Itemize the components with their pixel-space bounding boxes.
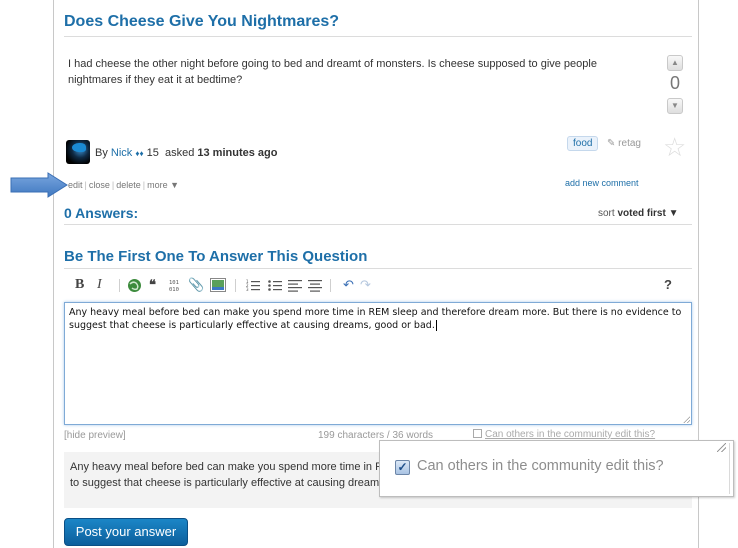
moderator-badge-icon: ♦♦ xyxy=(135,149,144,158)
question-title[interactable]: Does Cheese Give You Nightmares? xyxy=(64,13,339,31)
vote-up-button[interactable]: ▲ xyxy=(667,55,683,71)
post-actions: edit | close | delete | more ▼ xyxy=(68,180,179,190)
horizontal-rule-icon[interactable] xyxy=(308,279,322,292)
svg-text:3: 3 xyxy=(246,287,249,292)
close-link[interactable]: close xyxy=(89,180,110,190)
asked-label: asked xyxy=(164,147,195,159)
redo-icon[interactable]: ↷ xyxy=(360,276,371,294)
author-reputation: 15 xyxy=(146,147,159,159)
author-prefix: By xyxy=(95,147,108,159)
answer-divider xyxy=(64,268,692,269)
tag-food[interactable]: food xyxy=(567,136,599,151)
code-icon[interactable]: 101 010 xyxy=(168,278,183,293)
checked-checkbox-icon[interactable]: ✓ xyxy=(395,460,410,475)
paperclip-icon[interactable]: 📎 xyxy=(188,276,204,294)
svg-text:010: 010 xyxy=(169,287,179,293)
svg-text:101: 101 xyxy=(169,280,179,286)
image-icon[interactable] xyxy=(210,278,226,292)
blockquote-button[interactable]: ❝ xyxy=(149,276,156,294)
help-button[interactable]: ? xyxy=(664,276,672,294)
favorite-star-icon[interactable]: ☆ xyxy=(663,134,686,160)
editor-text: Any heavy meal before bed can make you s… xyxy=(69,307,682,331)
pointer-arrow-icon xyxy=(10,172,68,198)
add-comment-link[interactable]: add new comment xyxy=(565,178,639,188)
vote-column: ▲ 0 ▼ xyxy=(661,55,689,114)
resize-grip-icon xyxy=(717,443,726,452)
post-byline: By Nick ♦♦ 15 asked 13 minutes ago xyxy=(95,147,277,159)
italic-button[interactable]: I xyxy=(97,276,102,294)
sort-prefix: sort xyxy=(598,208,615,219)
retag-link[interactable]: ✎ retag xyxy=(607,138,641,149)
divider: | xyxy=(84,180,87,190)
answer-form-heading: Be The First One To Answer This Question xyxy=(64,248,368,265)
text-cursor xyxy=(435,320,437,331)
divider xyxy=(119,279,120,292)
divider xyxy=(235,279,236,292)
community-wiki-checkbox[interactable]: Can others in the community edit this? xyxy=(473,429,655,440)
editor-toolbar: B I ❝ 101 010 📎 123 ↶ ↷ ? xyxy=(70,276,690,296)
heading-icon[interactable] xyxy=(288,279,302,292)
edit-link[interactable]: edit xyxy=(68,180,83,190)
bold-button[interactable]: B xyxy=(75,276,84,294)
post-answer-button[interactable]: Post your answer xyxy=(64,518,188,546)
numbered-list-icon[interactable]: 123 xyxy=(246,279,260,292)
asked-time: 13 minutes ago xyxy=(197,147,278,159)
answer-editor[interactable]: Any heavy meal before bed can make you s… xyxy=(64,302,692,425)
author-link[interactable]: Nick xyxy=(111,147,132,159)
delete-link[interactable]: delete xyxy=(116,180,141,190)
resize-grip-icon[interactable] xyxy=(683,416,690,423)
zoom-wiki-label[interactable]: Can others in the community edit this? xyxy=(417,458,664,474)
avatar[interactable] xyxy=(66,140,90,164)
wiki-label: Can others in the community edit this? xyxy=(485,429,656,440)
link-icon[interactable] xyxy=(127,278,142,293)
checkbox-icon xyxy=(473,429,482,438)
sort-dropdown[interactable]: sort voted first ▼ xyxy=(598,208,678,219)
more-menu[interactable]: more ▼ xyxy=(147,180,179,190)
vote-count: 0 xyxy=(669,73,680,93)
divider: | xyxy=(111,180,115,190)
question-body: I had cheese the other night before goin… xyxy=(68,58,597,86)
hide-preview-link[interactable]: [hide preview] xyxy=(64,430,126,441)
zoom-callout: ✓ Can others in the community edit this? xyxy=(379,440,734,497)
answers-count-heading: 0 Answers: xyxy=(64,205,139,221)
undo-icon[interactable]: ↶ xyxy=(343,276,354,294)
divider xyxy=(729,443,730,494)
divider xyxy=(330,279,331,292)
retag-label: retag xyxy=(618,138,641,149)
title-divider xyxy=(64,36,692,37)
vote-down-button[interactable]: ▼ xyxy=(667,98,683,114)
bullet-list-icon[interactable] xyxy=(268,279,282,292)
divider: | xyxy=(142,180,146,190)
pencil-icon: ✎ xyxy=(607,138,616,149)
sort-value: voted first ▼ xyxy=(617,208,679,219)
answers-divider xyxy=(64,224,692,225)
